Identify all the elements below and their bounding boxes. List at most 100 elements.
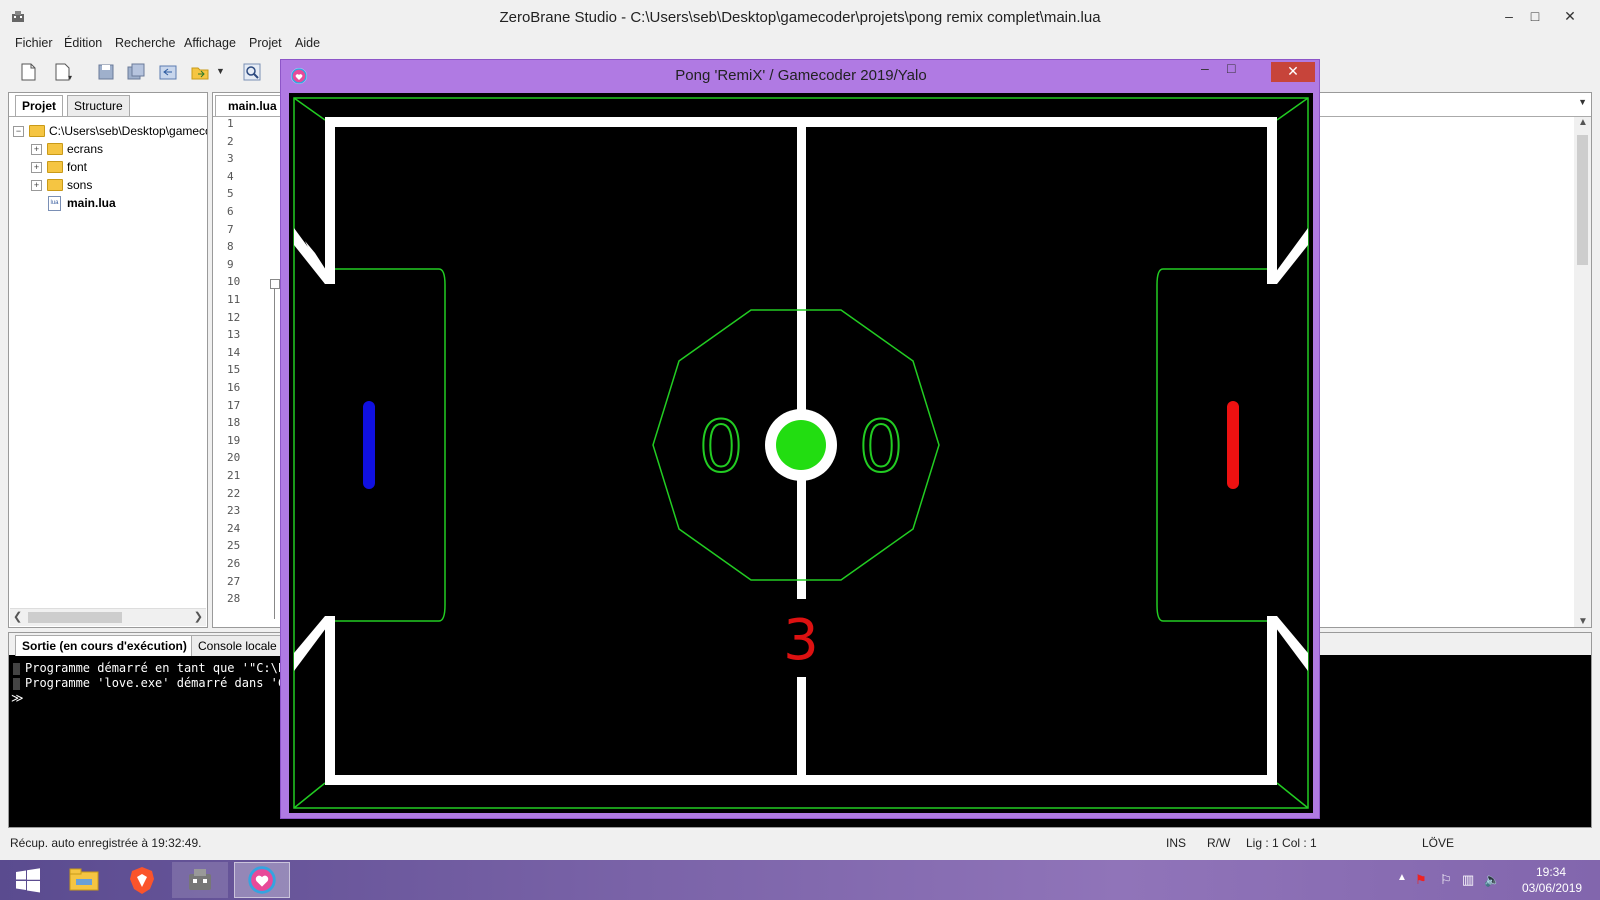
menu-bar: Fichier Édition Recherche Affichage Proj… — [0, 34, 1600, 54]
line-number: 10 — [227, 275, 241, 289]
line-number: 12 — [227, 310, 241, 324]
ide-close-button[interactable]: ✕ — [1558, 6, 1582, 26]
zerobrane-icon[interactable] — [172, 862, 228, 898]
line-number: 26 — [227, 557, 241, 570]
folder-icon — [47, 161, 63, 173]
expand-icon[interactable]: + — [31, 162, 42, 173]
tree-item-label: ecrans — [67, 142, 104, 156]
tab-console-locale[interactable]: Console locale — [191, 635, 284, 656]
line-number: 25 — [227, 539, 241, 553]
status-bar: Récup. auto enregistrée à 19:32:49. INS … — [0, 832, 1600, 854]
project-folder-icon[interactable] — [190, 62, 210, 82]
tab-dropdown-icon[interactable]: ▼ — [1578, 97, 1587, 107]
line-number: 4 — [227, 169, 234, 183]
line-number: 22 — [227, 486, 241, 500]
project-panel: Projet Structure − C:\Users\seb\Desktop\… — [8, 92, 208, 628]
game-minimize-button[interactable]: – — [1201, 60, 1209, 76]
expand-icon[interactable]: + — [31, 144, 42, 155]
game-canvas[interactable]: 0 0 3 — [289, 93, 1313, 813]
save-icon[interactable] — [96, 62, 116, 82]
windows-start-icon[interactable] — [0, 862, 56, 898]
line-number: 23 — [227, 504, 241, 518]
status-rw: R/W — [1207, 836, 1231, 850]
find-icon[interactable] — [242, 62, 262, 82]
show-hidden-icons-icon[interactable]: ▲ — [1397, 872, 1407, 883]
line-number: 27 — [227, 574, 241, 588]
tab-projet[interactable]: Projet — [15, 95, 64, 116]
menu-aide[interactable]: Aide — [295, 36, 320, 50]
line-number: 1 — [227, 117, 234, 130]
scroll-thumb[interactable] — [1577, 135, 1588, 265]
game-window-title: Pong 'RemiX' / Gamecoder 2019/Yalo — [675, 67, 927, 84]
taskbar: ▲ ⚑ ⚐ ▥ 🔈 19:34 03/06/2019 — [0, 860, 1600, 900]
tree-item-label: font — [67, 160, 88, 174]
clock-time[interactable]: 19:34 — [1536, 865, 1566, 879]
tab-structure[interactable]: Structure — [67, 95, 130, 116]
right-paddle — [1227, 401, 1239, 489]
status-position: Lig : 1 Col : 1 — [1246, 836, 1317, 850]
tab-sortie[interactable]: Sortie (en cours d'exécution) — [15, 635, 194, 656]
line-number: 2 — [227, 134, 234, 148]
tree-item-label: main.lua — [67, 196, 116, 210]
game-maximize-button[interactable]: □ — [1227, 60, 1235, 76]
menu-affichage[interactable]: Affichage — [184, 36, 236, 50]
lua-file-icon: lua — [48, 196, 61, 211]
scroll-thumb[interactable] — [28, 612, 122, 623]
ball — [776, 420, 826, 470]
menu-recherche[interactable]: Recherche — [115, 36, 175, 50]
save-all-icon[interactable] — [126, 62, 146, 82]
fold-line — [274, 289, 275, 619]
line-number: 16 — [227, 381, 241, 394]
line-number: 24 — [227, 521, 241, 535]
network-icon[interactable]: ▥ — [1462, 872, 1474, 888]
tree-root[interactable]: − C:\Users\seb\Desktop\gamecoder\projets… — [13, 122, 207, 140]
console-prompt[interactable]: ≫ — [11, 691, 24, 705]
line-number: 15 — [227, 363, 241, 377]
tab-main-lua[interactable]: main.lua — [215, 95, 290, 116]
countdown: 3 — [783, 608, 819, 673]
new-file-icon[interactable] — [18, 62, 38, 82]
game-window: Pong 'RemiX' / Gamecoder 2019/Yalo – □ ✕ — [280, 59, 1320, 819]
clock-date[interactable]: 03/06/2019 — [1522, 881, 1582, 895]
scroll-down-icon[interactable]: ▼ — [1578, 616, 1588, 627]
menu-edition[interactable]: Édition — [64, 36, 102, 50]
collapse-icon[interactable]: − — [13, 126, 24, 137]
score-left: 0 — [699, 406, 744, 488]
line-number: 18 — [227, 416, 241, 430]
brave-browser-icon[interactable] — [114, 862, 170, 898]
scroll-left-icon[interactable]: ❮ — [13, 610, 22, 623]
open-file-icon[interactable]: ▾ — [52, 62, 72, 82]
ide-minimize-button[interactable]: – — [1497, 6, 1521, 26]
line-number: 7 — [227, 222, 234, 236]
expand-icon[interactable]: + — [31, 180, 42, 191]
menu-projet[interactable]: Projet — [249, 36, 282, 50]
line-number: 11 — [227, 293, 241, 306]
output-marker — [13, 678, 20, 690]
vertical-scrollbar[interactable]: ▲ ▼ — [1574, 117, 1591, 627]
line-number: 8 — [227, 240, 234, 254]
scroll-right-icon[interactable]: ❯ — [194, 610, 203, 623]
line-number: 9 — [227, 257, 234, 271]
line-number: 14 — [227, 345, 241, 359]
game-close-button[interactable]: ✕ — [1271, 62, 1315, 82]
acrobat-tray-icon[interactable]: ⚑ — [1415, 872, 1427, 888]
horizontal-scrollbar[interactable]: ❮ ❯ — [10, 608, 206, 626]
volume-icon[interactable]: 🔈 — [1484, 872, 1500, 888]
action-center-flag-icon[interactable]: ⚐ — [1440, 872, 1452, 888]
file-explorer-icon[interactable] — [56, 862, 112, 898]
line-number: 3 — [227, 152, 234, 166]
fold-marker-icon[interactable] — [270, 279, 280, 289]
scroll-up-icon[interactable]: ▲ — [1578, 117, 1588, 128]
line-number: 5 — [227, 187, 234, 201]
tree-item-label: sons — [67, 178, 93, 192]
line-number: 13 — [227, 328, 241, 342]
menu-fichier[interactable]: Fichier — [15, 36, 53, 50]
status-message: Récup. auto enregistrée à 19:32:49. — [10, 836, 202, 850]
line-number: 19 — [227, 433, 241, 447]
svg-text:▾: ▾ — [68, 73, 72, 82]
project-directory-icon[interactable] — [158, 62, 178, 82]
ide-maximize-button[interactable]: □ — [1523, 6, 1547, 26]
dropdown-arrow-icon[interactable]: ▼ — [216, 66, 225, 76]
ide-title-bar: ZeroBrane Studio - C:\Users\seb\Desktop\… — [0, 0, 1600, 36]
love-icon[interactable] — [234, 862, 290, 898]
